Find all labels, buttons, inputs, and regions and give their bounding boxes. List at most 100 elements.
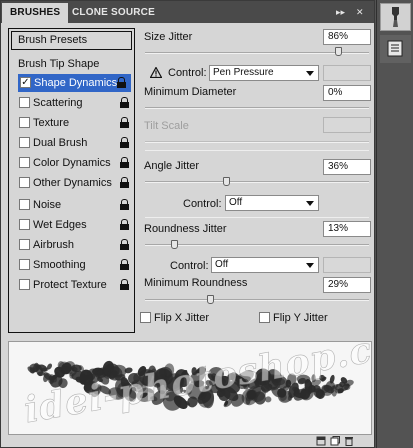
- roundness-jitter-slider[interactable]: [145, 244, 369, 246]
- brush-option-label: Airbrush: [33, 239, 74, 251]
- brush-option-label: Texture: [33, 117, 70, 129]
- minimum-diameter-slider[interactable]: [145, 107, 369, 109]
- tilt-scale-label: Tilt Scale: [144, 120, 189, 132]
- tab-brushes[interactable]: BRUSHES: [2, 3, 69, 23]
- chevron-down-icon: [306, 201, 314, 206]
- panel-footer: [1, 435, 374, 448]
- roundness-jitter-slider-thumb[interactable]: [171, 240, 179, 249]
- brush-panel-icon[interactable]: [380, 3, 411, 31]
- brush-list-item[interactable]: Other Dynamics: [17, 174, 134, 192]
- brush-option-checkbox[interactable]: [19, 279, 30, 290]
- brush-option-label: Other Dynamics: [33, 177, 112, 189]
- warning-icon: [149, 66, 163, 79]
- angle-jitter-value[interactable]: 36%: [323, 159, 371, 175]
- size-control-select[interactable]: Pen Pressure: [209, 65, 319, 81]
- size-jitter-slider-thumb[interactable]: [334, 47, 342, 56]
- brush-option-checkbox[interactable]: [19, 157, 30, 168]
- lock-icon[interactable]: [120, 157, 129, 168]
- brush-option-checkbox[interactable]: [19, 239, 30, 250]
- lock-icon[interactable]: [120, 199, 129, 210]
- brush-option-checkbox[interactable]: [19, 219, 30, 230]
- lock-icon[interactable]: [120, 97, 129, 108]
- minimum-roundness-slider[interactable]: [145, 299, 369, 301]
- minimum-roundness-slider-thumb[interactable]: [206, 295, 214, 304]
- size-jitter-label: Size Jitter: [144, 31, 193, 43]
- brush-list-item[interactable]: Color Dynamics: [17, 154, 134, 172]
- brush-option-checkbox[interactable]: [19, 199, 30, 210]
- brush-presets-button[interactable]: Brush Presets: [11, 31, 132, 50]
- size-control-fade-input: [323, 65, 371, 81]
- brush-list-item[interactable]: ✓ Shape Dynamics: [18, 74, 131, 92]
- brush-option-label: Shape Dynamics: [34, 77, 118, 89]
- control-label: Control:: [170, 260, 209, 272]
- size-control-value: Pen Pressure: [213, 67, 274, 78]
- angle-control-value: Off: [229, 197, 243, 208]
- brush-option-checkbox[interactable]: [19, 117, 30, 128]
- brush-option-label: Wet Edges: [33, 219, 87, 231]
- brush-list-item[interactable]: Airbrush: [17, 236, 134, 254]
- minimum-roundness-value[interactable]: 29%: [323, 277, 371, 293]
- lock-icon[interactable]: [120, 279, 129, 290]
- brush-list-item[interactable]: Noise: [17, 196, 134, 214]
- roundness-control-select[interactable]: Off: [211, 257, 319, 273]
- clone-source-panel-icon[interactable]: [380, 35, 411, 63]
- roundness-jitter-label: Roundness Jitter: [144, 223, 227, 235]
- roundness-control-value: Off: [215, 259, 229, 270]
- trash-icon[interactable]: [344, 436, 354, 446]
- close-panel-icon[interactable]: ✕: [356, 4, 364, 20]
- brush-option-label: Color Dynamics: [33, 157, 111, 169]
- brush-option-label: Dual Brush: [33, 137, 88, 149]
- control-label: Control:: [168, 67, 207, 79]
- brushes-panel: BRUSHES CLONE SOURCE ▸▸ ✕ ≡ Brush Preset…: [0, 0, 375, 448]
- tilt-scale-slider: [145, 141, 369, 143]
- brush-list-item[interactable]: Texture: [17, 114, 134, 132]
- control-label: Control:: [183, 198, 222, 210]
- roundness-jitter-value[interactable]: 13%: [323, 221, 371, 237]
- divider: [145, 150, 369, 151]
- tilt-scale-value: [323, 117, 371, 133]
- panel-dock: [376, 0, 413, 448]
- lock-icon[interactable]: [120, 259, 129, 270]
- lock-icon[interactable]: [120, 137, 129, 148]
- brush-list-item[interactable]: Protect Texture: [17, 276, 134, 294]
- brush-list-item[interactable]: Wet Edges: [17, 216, 134, 234]
- chevron-down-icon: [306, 71, 314, 76]
- brush-stroke-preview: idei-photoshop.com: [8, 341, 372, 435]
- chevron-down-icon: [306, 263, 314, 268]
- shape-dynamics-options: Size Jitter 86% Control: Pen Pressure Mi…: [139, 23, 371, 333]
- brush-option-checkbox[interactable]: [19, 259, 30, 270]
- roundness-control-fade-input: [323, 257, 371, 273]
- new-preset-icon[interactable]: [330, 436, 340, 446]
- brush-option-checkbox[interactable]: ✓: [20, 77, 31, 88]
- angle-jitter-slider[interactable]: [145, 181, 369, 183]
- brush-option-checkbox[interactable]: [19, 137, 30, 148]
- brush-option-label: Noise: [33, 199, 62, 211]
- brush-option-label: Smoothing: [33, 259, 86, 271]
- flip-x-jitter-label: Flip X Jitter: [154, 312, 210, 324]
- angle-jitter-label: Angle Jitter: [144, 160, 200, 172]
- angle-control-select[interactable]: Off: [225, 195, 319, 211]
- lock-icon[interactable]: [117, 77, 126, 88]
- size-jitter-value[interactable]: 86%: [323, 29, 371, 45]
- toggle-panel-icon[interactable]: [316, 436, 326, 446]
- divider: [145, 217, 369, 218]
- flip-y-jitter-checkbox[interactable]: [259, 312, 270, 323]
- angle-jitter-slider-thumb[interactable]: [222, 177, 230, 186]
- collapse-panel-icon[interactable]: ▸▸: [336, 4, 345, 20]
- lock-icon[interactable]: [120, 177, 129, 188]
- minimum-diameter-value[interactable]: 0%: [323, 85, 371, 101]
- lock-icon[interactable]: [120, 117, 129, 128]
- brush-tip-shape-item[interactable]: Brush Tip Shape: [18, 58, 99, 70]
- brush-list-item[interactable]: Smoothing: [17, 256, 134, 274]
- lock-icon[interactable]: [120, 219, 129, 230]
- brush-list-item[interactable]: Dual Brush: [17, 134, 134, 152]
- brush-option-checkbox[interactable]: [19, 177, 30, 188]
- brush-option-label: Protect Texture: [33, 279, 107, 291]
- brush-settings-list: Brush Presets Brush Tip Shape ✓ Shape Dyn…: [8, 28, 135, 333]
- lock-icon[interactable]: [120, 239, 129, 250]
- flip-x-jitter-checkbox[interactable]: [140, 312, 151, 323]
- minimum-roundness-label: Minimum Roundness: [144, 277, 248, 289]
- brush-list-item[interactable]: Scattering: [17, 94, 134, 112]
- tab-clone-source[interactable]: CLONE SOURCE: [64, 3, 163, 23]
- brush-option-checkbox[interactable]: [19, 97, 30, 108]
